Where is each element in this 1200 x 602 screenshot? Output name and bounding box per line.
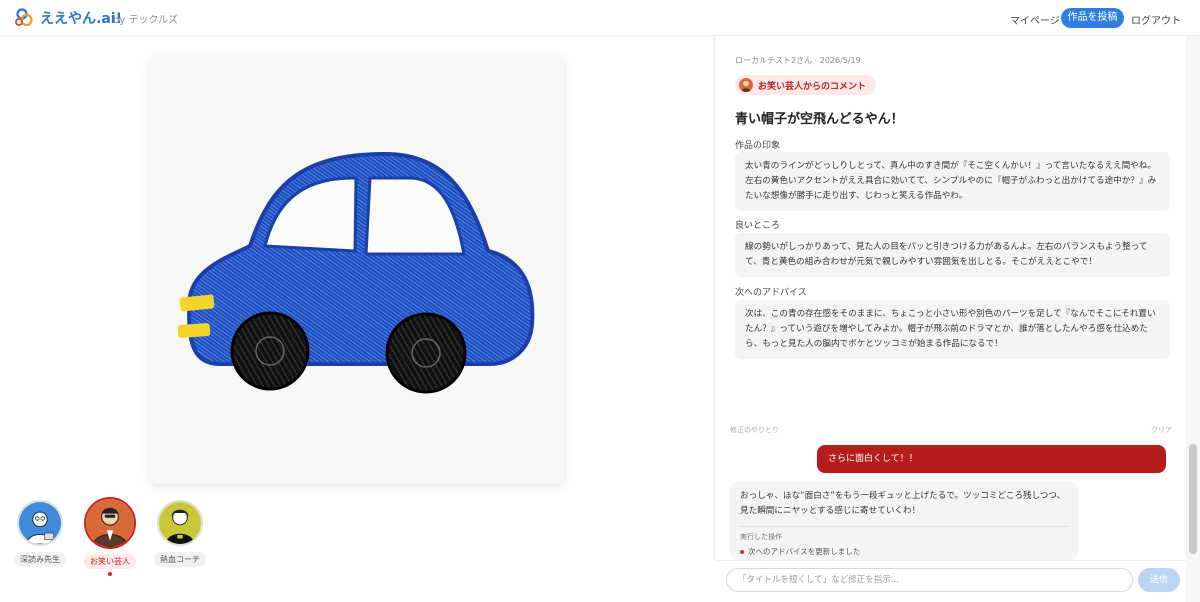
persona-owarai[interactable]: お笑い芸人 — [80, 497, 140, 576]
persona-avatar — [84, 497, 136, 549]
chat-divider: 修正のやりとり クリア — [716, 421, 1186, 433]
persona-label: 熱血コーチ — [154, 552, 206, 567]
persona-fukayomi[interactable]: 深読み先生 — [10, 500, 70, 567]
section-label-advice: 次へのアドバイス — [735, 288, 807, 298]
app-header: ええやん.ai! by テックルズ マイページ 作品を投稿 ログアウト — [0, 0, 1200, 36]
chat-history-label: 修正のやりとり — [730, 426, 779, 433]
logo-byline: by テックルズ — [113, 15, 179, 26]
section-label-impression: 作品の印象 — [735, 141, 781, 151]
action-log-label: 実行した操作 — [740, 526, 1068, 542]
send-button[interactable]: 送信 — [1138, 568, 1180, 592]
post-artwork-button[interactable]: 作品を投稿 — [1061, 8, 1124, 28]
comedian-avatar-icon — [86, 499, 134, 547]
section-text-impression: 太い青のラインがどっしりしとって、真ん中のすき間が『そこ空くんかい！』って言いた… — [735, 152, 1170, 211]
persona-comment-badge: お笑い芸人からのコメント — [735, 75, 877, 95]
logo-text[interactable]: ええやん.ai! — [40, 8, 122, 28]
artwork-image — [150, 56, 564, 484]
bullet-icon — [740, 549, 744, 554]
persona-avatar — [157, 500, 203, 546]
action-log-text: 次へのアドバイスを更新しました — [748, 547, 861, 556]
assistant-message: おっしゃ、ほな“面白さ”をもう一段ギュッと上げたるで。ツッコミどころ残しつつ、見… — [730, 482, 1078, 560]
post-meta: ローカルテスト2さん · 2026/5/19 — [735, 56, 861, 65]
assistant-message-text: おっしゃ、ほな“面白さ”をもう一段ギュッと上げたるで。ツッコミどころ残しつつ、見… — [740, 491, 1066, 516]
persona-label: 深読み先生 — [14, 552, 66, 567]
section-text-good: 線の勢いがしっかりあって、見た人の目をパッと引きつける力があるんよ。左右のバラン… — [735, 233, 1170, 277]
logo-icon[interactable] — [14, 8, 36, 28]
logout-link[interactable]: ログアウト — [1131, 12, 1181, 27]
scrollbar-thumb[interactable] — [1189, 444, 1197, 554]
mypage-link[interactable]: マイページ — [1010, 12, 1060, 27]
badge-label: お笑い芸人からのコメント — [758, 81, 867, 92]
panel-scrollbar[interactable] — [1186, 36, 1200, 602]
comment-title: 青い帽子が空飛んどるやん！ — [735, 112, 904, 127]
revision-input[interactable] — [726, 568, 1133, 592]
section-text-advice: 次は、この青の存在感をそのままに、ちょこっと小さい形や別色のパーツを足して『なん… — [735, 300, 1170, 359]
active-indicator — [108, 572, 112, 576]
action-log-item: 次へのアドバイスを更新しました — [740, 546, 1068, 557]
section-label-good: 良いところ — [735, 221, 781, 231]
coach-avatar-icon — [159, 502, 201, 544]
persona-nekketsu[interactable]: 熱血コーチ — [150, 500, 210, 567]
user-message: さらに面白くして！！ — [817, 445, 1166, 473]
chat-clear-link[interactable]: クリア — [1151, 425, 1172, 433]
comedian-mini-avatar-icon — [739, 78, 753, 92]
persona-avatar — [17, 500, 63, 546]
persona-label: お笑い芸人 — [84, 554, 136, 569]
car-drawing — [177, 151, 535, 394]
teacher-avatar-icon — [19, 502, 61, 544]
